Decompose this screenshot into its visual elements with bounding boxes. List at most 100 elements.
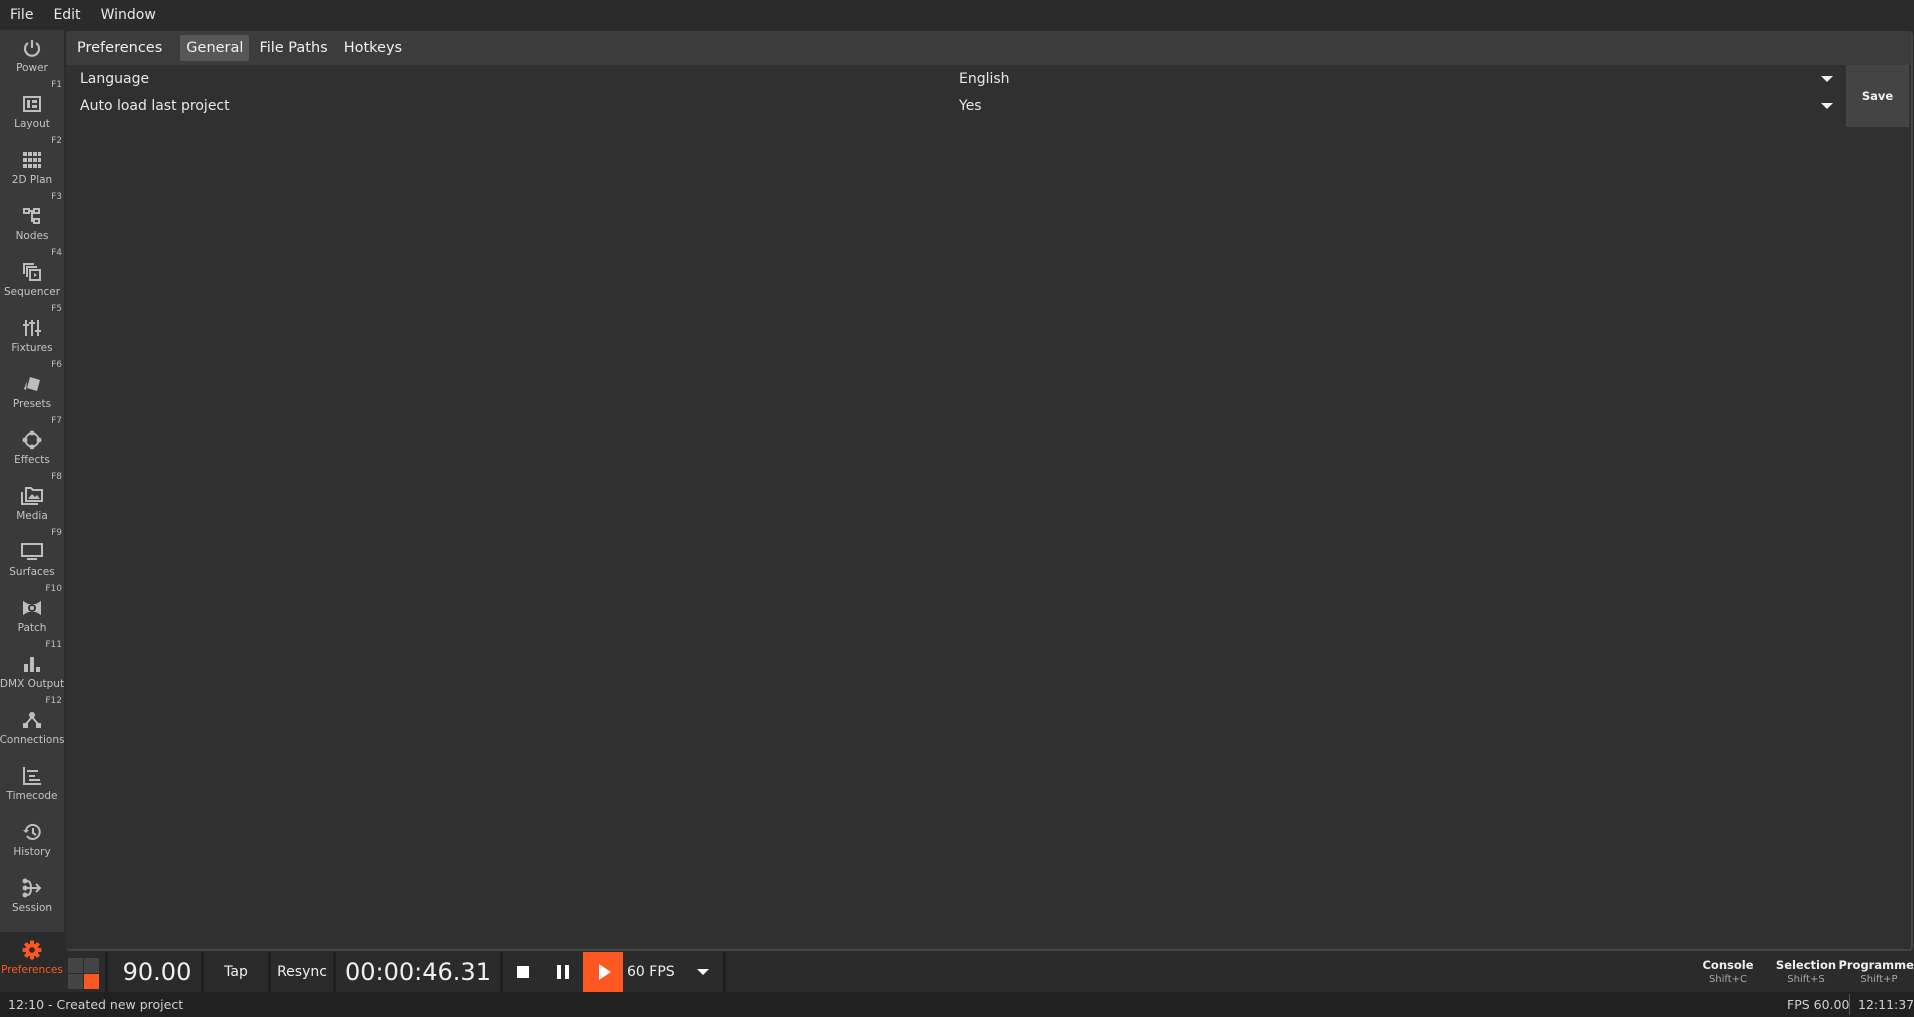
power-icon — [21, 37, 43, 59]
setting-row-auto-load: Auto load last project Yes — [66, 92, 1846, 119]
tab-file-paths[interactable]: File Paths — [253, 35, 333, 61]
beat-indicator — [68, 958, 99, 989]
fps-select[interactable]: 60 FPS — [623, 952, 723, 992]
sidebar-item-label: Layout — [14, 118, 50, 130]
pause-icon — [557, 965, 569, 979]
bar-chart-icon — [21, 653, 43, 675]
auto-load-select[interactable]: Yes — [959, 98, 982, 114]
sidebar-item-label: Surfaces — [9, 566, 55, 578]
sidebar-item-label: Presets — [12, 398, 52, 410]
hotkey-label: F7 — [51, 416, 62, 426]
sidebar-item-label: Fixtures — [11, 342, 53, 354]
hint-shortcut: Shift+S — [1787, 974, 1825, 985]
sidebar-item-effects[interactable]: F7 Effects — [0, 416, 64, 478]
sidebar-item-sequencer[interactable]: F4 Sequencer — [0, 248, 64, 310]
chevron-down-icon[interactable] — [1821, 103, 1833, 109]
sidebar-item-label: DMX Output — [0, 678, 65, 690]
play-button[interactable] — [583, 952, 623, 992]
panel-title: Preferences — [77, 40, 163, 56]
sidebar-item-label: Media — [16, 510, 48, 522]
transport-bar: 90.00 Tap Resync 00:00:46.31 60 FPS Cons… — [66, 952, 1914, 992]
menu-file[interactable]: File — [0, 7, 43, 23]
sidebar-item-connections[interactable]: F12 Connections — [0, 696, 64, 758]
hotkey-label: F10 — [45, 584, 62, 594]
history-icon — [21, 821, 43, 843]
hint-shortcut: Shift+P — [1860, 974, 1898, 985]
sidebar-item-label: Timecode — [6, 790, 58, 802]
status-bar: 12:10 - Created new project FPS 60.00 12… — [0, 992, 1914, 1017]
sequencer-icon — [21, 261, 43, 283]
menu-window[interactable]: Window — [91, 7, 166, 23]
sidebar-item-preferences[interactable]: Preferences — [0, 932, 64, 992]
sidebar-item-power[interactable]: Power — [0, 30, 64, 86]
sidebar-item-patch[interactable]: F10 Patch — [0, 584, 64, 646]
hotkey-label: F2 — [51, 136, 62, 146]
sidebar-item-layout[interactable]: F1 Layout — [0, 80, 64, 142]
status-divider — [1849, 994, 1850, 1015]
hotkey-label: F8 — [51, 472, 62, 482]
patch-icon — [21, 597, 43, 619]
chevron-down-icon — [697, 969, 709, 975]
sidebar-item-timecode[interactable]: Timecode — [0, 758, 64, 814]
sidebar-item-surfaces[interactable]: F9 Surfaces — [0, 528, 64, 590]
save-button[interactable]: Save — [1846, 65, 1909, 127]
media-icon — [21, 485, 43, 507]
language-select[interactable]: English — [959, 71, 1010, 87]
sidebar-item-2d-plan[interactable]: F2 2D Plan — [0, 136, 64, 198]
hint-title: Selection — [1775, 958, 1837, 972]
sidebar-item-label: Patch — [17, 622, 47, 634]
menu-bar: File Edit Window — [0, 0, 1914, 30]
setting-row-language: Language English — [66, 65, 1846, 92]
sidebar-item-dmx-output[interactable]: F11 DMX Output — [0, 640, 65, 702]
hotkey-label: F9 — [51, 528, 62, 538]
chevron-down-icon[interactable] — [1821, 76, 1833, 82]
stop-icon — [517, 966, 529, 978]
programmer-button[interactable]: Programmer Shift+P — [1838, 958, 1914, 985]
sliders-icon — [21, 317, 43, 339]
monitor-icon — [21, 541, 43, 563]
tab-bar: Preferences General File Paths Hotkeys — [66, 31, 1911, 65]
stop-button[interactable] — [503, 952, 543, 992]
preferences-panel: Preferences General File Paths Hotkeys L… — [66, 31, 1913, 951]
sidebar-item-label: Session — [11, 902, 53, 914]
setting-label: Language — [80, 70, 150, 87]
sidebar-item-label: Preferences — [1, 964, 63, 976]
sidebar-item-label: Power — [16, 62, 48, 74]
fps-readout: FPS 60.00 — [1787, 997, 1850, 1012]
sidebar-item-session[interactable]: Session — [0, 870, 64, 926]
hotkey-label: F11 — [45, 640, 62, 650]
resync-button[interactable]: Resync — [271, 952, 333, 992]
sidebar: Power F1 Layout F2 2D Plan F3 Nodes F4 S… — [0, 30, 64, 992]
gear-icon — [21, 939, 43, 961]
connections-icon — [21, 709, 43, 731]
sidebar-item-media[interactable]: F8 Media — [0, 472, 64, 534]
sidebar-item-label: 2D Plan — [11, 174, 53, 186]
fps-select-value: 60 FPS — [627, 964, 675, 980]
sidebar-item-label: Nodes — [15, 230, 49, 242]
session-icon — [21, 877, 43, 899]
selection-button[interactable]: Selection Shift+S — [1766, 958, 1846, 985]
tab-hotkeys[interactable]: Hotkeys — [338, 35, 408, 61]
sidebar-item-presets[interactable]: F6 Presets — [0, 360, 64, 422]
hotkey-label: F12 — [45, 696, 62, 706]
hotkey-label: F5 — [51, 304, 62, 314]
tap-button[interactable]: Tap — [204, 952, 268, 992]
timecode-display: 00:00:46.31 — [345, 958, 491, 986]
nodes-icon — [21, 205, 43, 227]
sidebar-item-history[interactable]: History — [0, 814, 64, 870]
sidebar-item-label: Sequencer — [3, 286, 61, 298]
hint-title: Console — [1702, 958, 1754, 972]
clock: 12:11:37 — [1858, 997, 1914, 1012]
menu-edit[interactable]: Edit — [43, 7, 90, 23]
sidebar-item-nodes[interactable]: F3 Nodes — [0, 192, 64, 254]
tab-general[interactable]: General — [180, 35, 250, 61]
layout-icon — [21, 93, 43, 115]
status-message: 12:10 - Created new project — [8, 997, 184, 1012]
bpm-value[interactable]: 90.00 — [108, 952, 206, 992]
sidebar-item-label: Effects — [14, 454, 50, 466]
sidebar-item-fixtures[interactable]: F5 Fixtures — [0, 304, 64, 366]
console-button[interactable]: Console Shift+C — [1688, 958, 1768, 985]
presets-icon — [21, 373, 43, 395]
pause-button[interactable] — [543, 952, 583, 992]
setting-label: Auto load last project — [80, 97, 230, 114]
